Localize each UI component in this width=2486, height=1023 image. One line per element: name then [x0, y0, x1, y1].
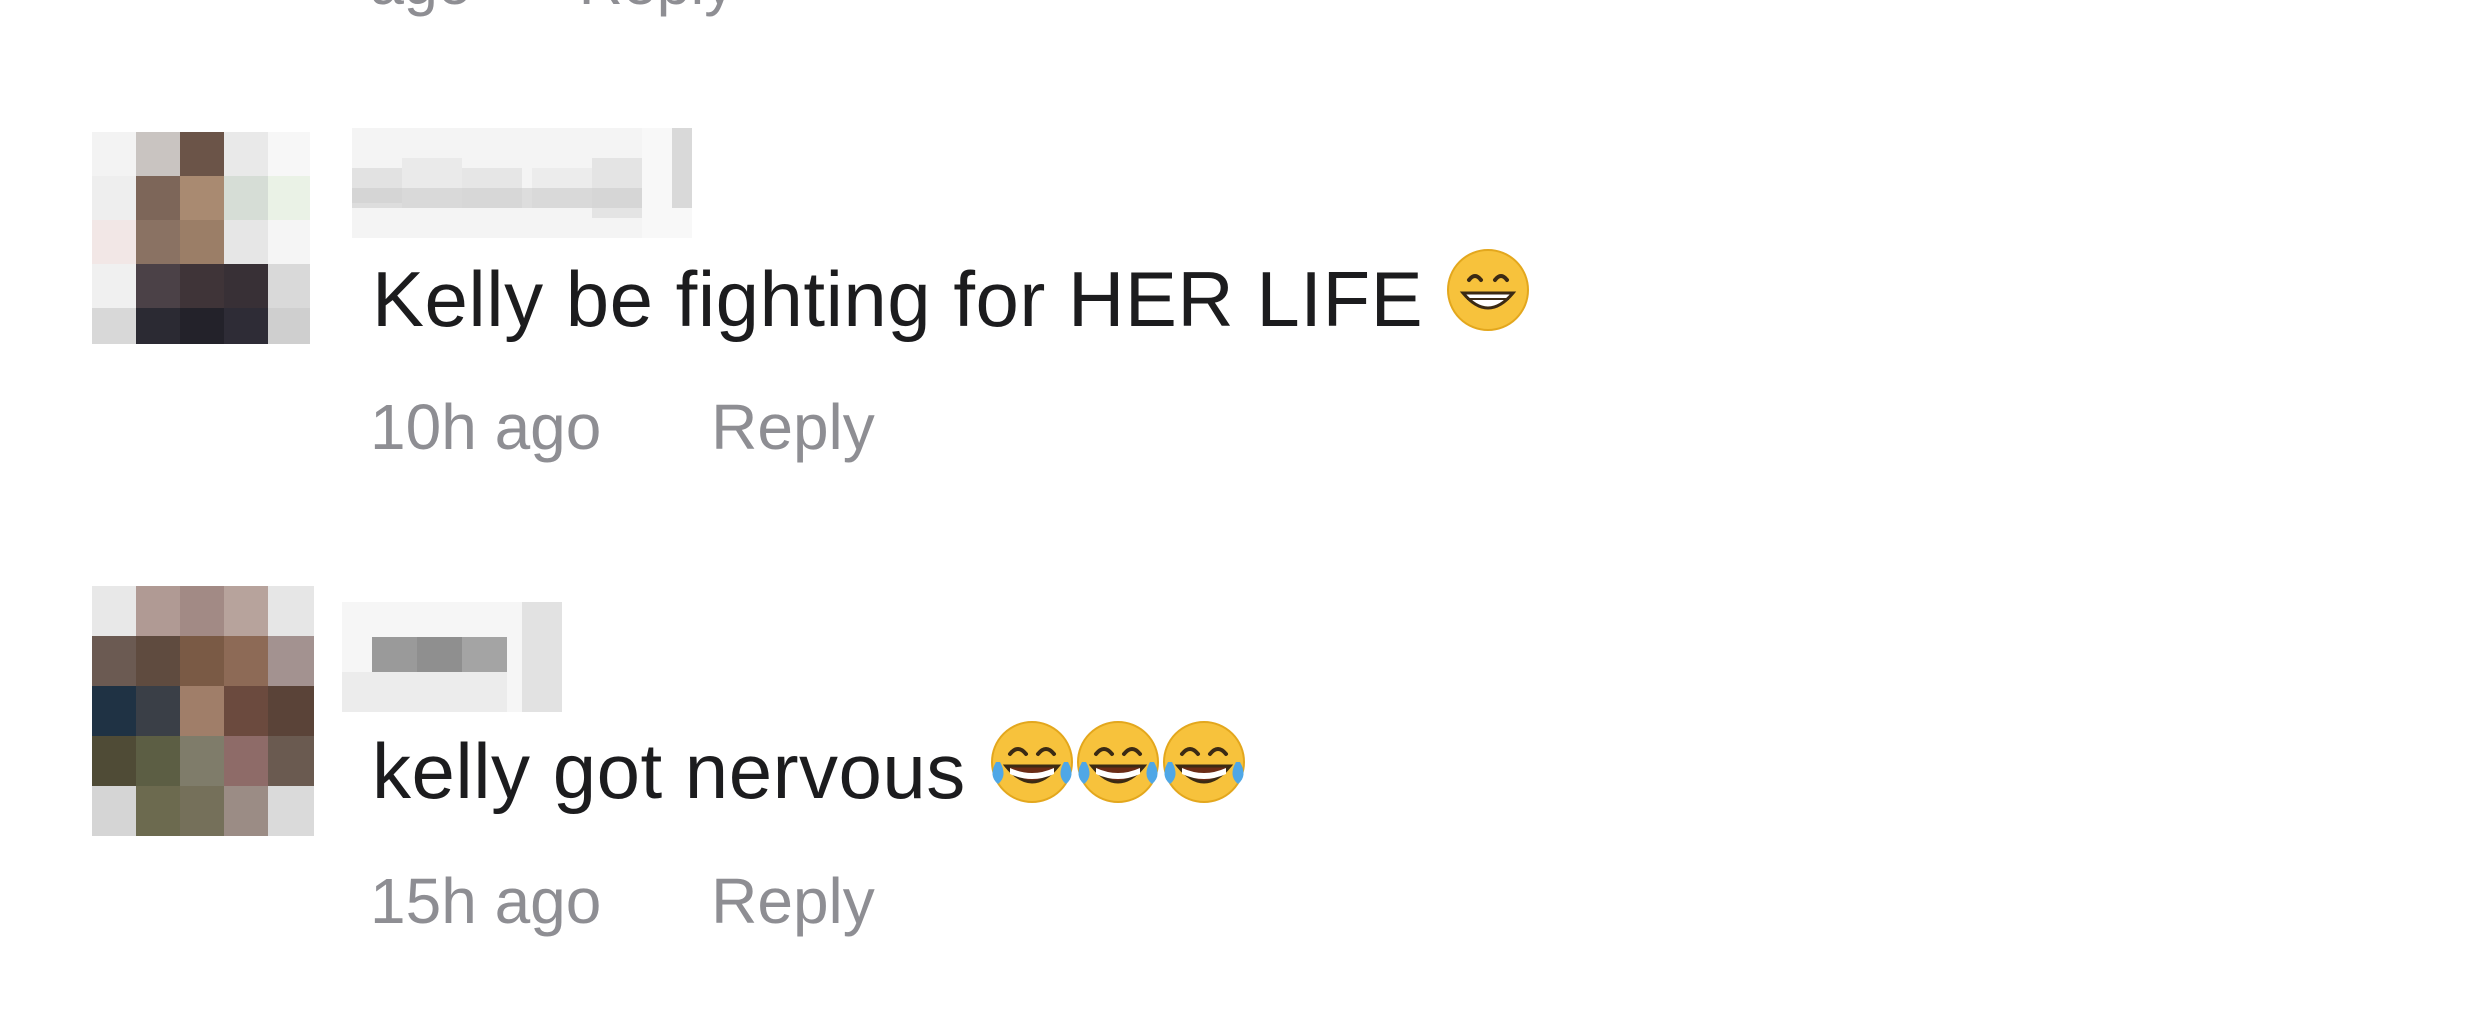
comment-timestamp: 15h ago [370, 865, 602, 937]
grinning-face-icon [1445, 247, 1531, 352]
avatar[interactable] [92, 132, 310, 344]
reply-button[interactable]: Reply [711, 864, 875, 938]
comment-text: Kelly be fighting for HER LIFE [372, 249, 1531, 358]
previous-comment-time: ago [370, 0, 472, 17]
username-redacted[interactable] [352, 128, 692, 238]
comments-list: ago Reply [0, 0, 2486, 1023]
avatar[interactable] [92, 586, 314, 836]
reply-button[interactable]: Reply [711, 390, 875, 464]
comment-timestamp: 10h ago [370, 391, 602, 463]
comment-body: kelly got nervous [372, 727, 966, 816]
comment-text: kelly got nervous [372, 721, 1248, 833]
comment-meta: 15h ago Reply [370, 864, 875, 938]
comment-meta: 10h ago Reply [370, 390, 875, 464]
username-redacted[interactable] [342, 602, 562, 712]
comment-body: Kelly be fighting for HER LIFE [372, 255, 1424, 344]
previous-comment-reply[interactable]: Reply [579, 0, 735, 17]
tears-of-joy-icon [988, 716, 1248, 827]
previous-comment-meta: ago Reply [370, 0, 825, 18]
